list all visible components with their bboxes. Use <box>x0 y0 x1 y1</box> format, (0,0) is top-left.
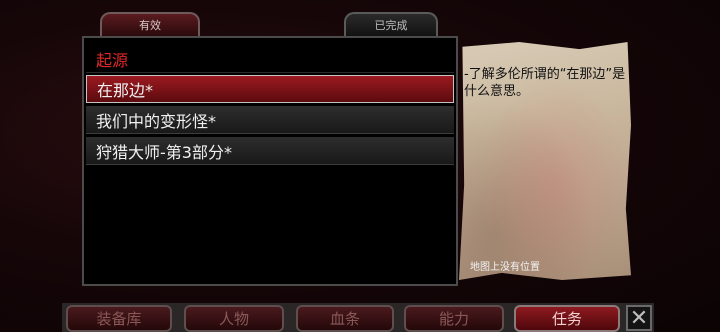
quest-item-over-there[interactable]: 在那边* <box>86 75 454 103</box>
nav-character-button[interactable]: 人物 <box>184 305 284 332</box>
tab-active[interactable]: 有效 <box>100 12 200 36</box>
nav-inventory-button[interactable]: 装备库 <box>66 305 172 332</box>
nav-health-button[interactable]: 血条 <box>296 305 394 332</box>
quest-location-note: 地图上没有位置 <box>470 262 540 273</box>
close-icon[interactable]: ✕ <box>626 305 652 331</box>
quest-list-panel: 起源 在那边* 我们中的变形怪* 狩猎大师-第3部分* <box>82 36 458 286</box>
tab-completed[interactable]: 已完成 <box>344 12 438 36</box>
nav-quests-button[interactable]: 任务 <box>514 305 620 332</box>
quest-item-changeling[interactable]: 我们中的变形怪* <box>86 106 454 134</box>
quest-description: -了解多伦所谓的“在那边”是什么意思。 <box>464 67 626 99</box>
nav-abilities-button[interactable]: 能力 <box>404 305 504 332</box>
quest-item-huntmaster[interactable]: 狩猎大师-第3部分* <box>86 137 454 165</box>
quest-category-header: 起源 <box>86 45 454 73</box>
